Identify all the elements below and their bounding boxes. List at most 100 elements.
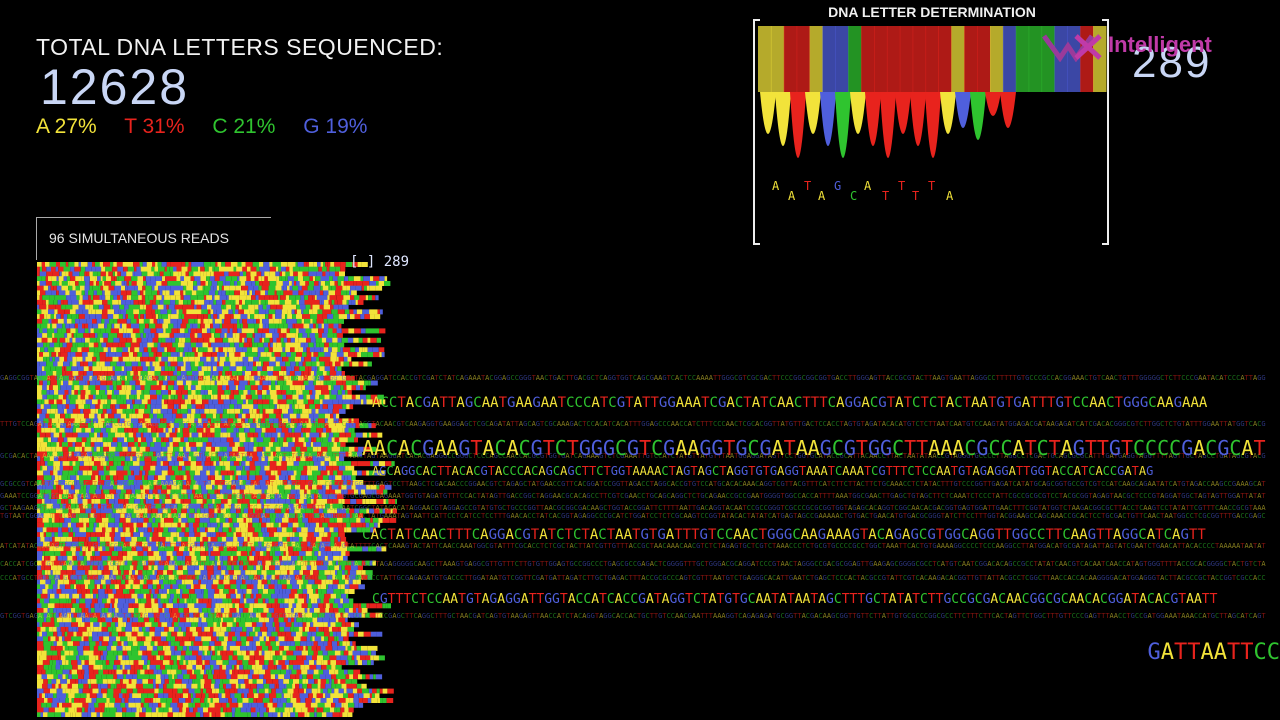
- read-cell: [132, 271, 135, 277]
- read-cell: [96, 281, 99, 286]
- read-cell: [247, 352, 251, 358]
- read-cell: [136, 328, 140, 334]
- read-cell: [99, 295, 102, 301]
- read-cell: [236, 266, 243, 272]
- read-cell: [155, 299, 160, 305]
- read-cell: [298, 333, 303, 339]
- read-cell: [354, 314, 361, 320]
- read-cell: [145, 314, 153, 320]
- read-cell: [56, 281, 60, 286]
- read-cell: [98, 304, 104, 310]
- read-cell: [191, 299, 195, 305]
- read-cell: [219, 314, 225, 320]
- read-cell: [110, 304, 113, 310]
- read-cell: [379, 276, 385, 282]
- read-cell: [173, 266, 177, 272]
- read-cell: [278, 323, 284, 329]
- read-cell: [191, 262, 197, 267]
- read-cell: [269, 295, 274, 301]
- read-cell: [298, 337, 303, 343]
- read-cell: [120, 271, 127, 277]
- read-cell: [183, 295, 191, 301]
- read-cell: [113, 262, 117, 267]
- read-cell: [70, 295, 77, 301]
- read-cell: [228, 323, 234, 329]
- read-cell: [93, 295, 100, 301]
- read-cell: [84, 342, 89, 348]
- read-cell: [278, 333, 284, 339]
- read-cell: [298, 276, 304, 282]
- read-cell: [87, 262, 92, 267]
- read-cell: [197, 314, 202, 320]
- read-cell: [45, 290, 52, 296]
- read-cell: [230, 262, 238, 267]
- read-cell: [320, 285, 323, 291]
- read-cell: [337, 299, 343, 305]
- read-cell: [322, 333, 328, 339]
- read-cell: [218, 271, 225, 277]
- read-cell: [213, 299, 217, 305]
- read-cell: [309, 276, 313, 282]
- read-cell: [332, 337, 338, 343]
- read-cell: [215, 347, 219, 353]
- read-cell: [128, 281, 132, 286]
- read-cell: [375, 285, 383, 291]
- read-cell: [331, 285, 336, 291]
- read-cell: [188, 262, 192, 267]
- read-cell: [188, 271, 194, 277]
- read-cell: [74, 266, 81, 272]
- read-cell: [77, 323, 82, 329]
- read-cell: [338, 314, 342, 320]
- read-cell: [360, 314, 365, 320]
- read-cell: [72, 271, 80, 277]
- read-cell: [122, 295, 127, 301]
- read-cell: [124, 276, 132, 282]
- read-cell: [102, 299, 108, 305]
- read-cell: [164, 295, 171, 301]
- read-cell: [285, 314, 288, 320]
- read-cell: [297, 271, 303, 277]
- read-cell: [120, 309, 127, 315]
- read-cell: [258, 309, 266, 315]
- read-cell: [207, 314, 211, 320]
- read-cell: [37, 347, 41, 353]
- read-cell: [234, 352, 241, 358]
- read-cell: [197, 337, 204, 343]
- read-cell: [58, 276, 64, 282]
- read-cell: [37, 281, 40, 286]
- read-cell: [228, 352, 235, 358]
- read-cell: [203, 295, 206, 301]
- read-cell: [210, 323, 213, 329]
- read-cell: [154, 333, 159, 339]
- read-cell: [173, 271, 179, 277]
- read-cell: [328, 328, 333, 334]
- read-cell: [233, 323, 237, 329]
- read-cell: [208, 290, 215, 296]
- read-cell: [365, 295, 368, 301]
- read-cell: [90, 295, 94, 301]
- read-cell: [327, 309, 332, 315]
- read-cell: [57, 318, 64, 324]
- read-cell: [158, 333, 163, 339]
- read-cell: [65, 262, 69, 267]
- read-cell: [162, 323, 169, 329]
- read-cell: [200, 276, 207, 282]
- read-cell: [145, 285, 152, 291]
- read-cell: [227, 328, 230, 334]
- read-cell: [88, 323, 93, 329]
- read-cell: [346, 281, 354, 286]
- read-cell: [247, 266, 251, 272]
- read-cell: [283, 285, 287, 291]
- read-cell: [157, 290, 160, 296]
- read-cell: [246, 333, 253, 339]
- read-cell: [179, 352, 183, 358]
- read-cell: [284, 299, 292, 305]
- read-cell: [128, 352, 134, 358]
- read-cell: [185, 337, 191, 343]
- read-cell: [268, 309, 276, 315]
- read-cell: [252, 262, 260, 267]
- read-cell: [104, 281, 111, 286]
- read-cell: [75, 337, 82, 343]
- read-cell: [162, 290, 166, 296]
- read-cell: [193, 281, 197, 286]
